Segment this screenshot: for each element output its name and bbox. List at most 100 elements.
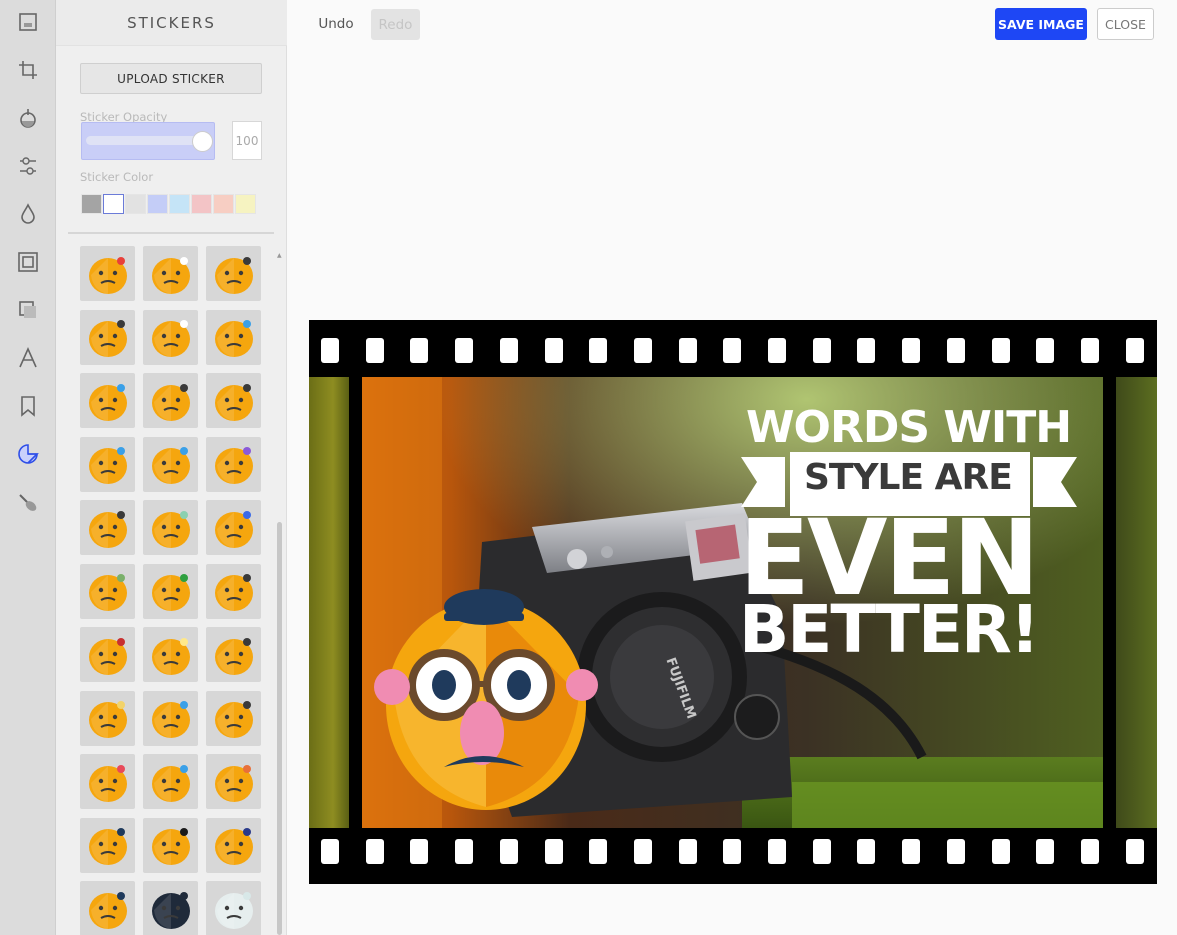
- blur-icon[interactable]: [14, 200, 42, 228]
- sticker-businessman-face[interactable]: [80, 881, 135, 935]
- color-swatch[interactable]: [235, 194, 256, 214]
- headphones-face-icon: [88, 764, 127, 802]
- frame-border-icon[interactable]: [14, 248, 42, 276]
- sticker-expressionless-face[interactable]: [143, 373, 198, 428]
- sticker-beer-face[interactable]: [80, 690, 135, 746]
- film-hole: [1036, 839, 1055, 864]
- sleeping-face-icon: [214, 447, 253, 484]
- film-hole: [410, 839, 429, 864]
- color-swatch[interactable]: [147, 194, 168, 214]
- bookmark-icon[interactable]: [14, 392, 42, 420]
- sticker-sobbing-face[interactable]: [80, 373, 135, 428]
- text-overlay[interactable]: WORDS WITH STYLE ARE EVEN BETTER!: [739, 402, 1084, 672]
- image-canvas[interactable]: FUJIFILM WORDS WITH STYLE ARE EVEN BETTE…: [309, 320, 1157, 884]
- elvis-face-icon: [214, 828, 253, 865]
- cold-sweat-face-icon: [88, 447, 127, 484]
- film-hole: [633, 839, 652, 864]
- film-hole: [857, 338, 876, 363]
- sticker-skull-face[interactable]: [206, 881, 261, 935]
- film-hole: [991, 338, 1010, 363]
- boxing-face-icon: [88, 637, 127, 675]
- sticker-sunglasses-face[interactable]: [143, 817, 198, 873]
- shape-icon[interactable]: [14, 296, 42, 324]
- opacity-slider[interactable]: [81, 122, 215, 160]
- opacity-slider-thumb[interactable]: [192, 131, 213, 152]
- grimacing-face-icon: [214, 574, 253, 611]
- filter-icon[interactable]: [14, 104, 42, 132]
- dizzy-face-icon: [88, 510, 127, 548]
- film-hole: [991, 839, 1010, 864]
- sticker-cat-mask-face[interactable]: [143, 881, 198, 935]
- undo-button[interactable]: Undo: [310, 9, 362, 39]
- tear-squint-face-icon: [151, 320, 190, 357]
- color-swatches: [81, 194, 256, 214]
- color-swatch[interactable]: [125, 194, 146, 214]
- save-image-button[interactable]: SAVE IMAGE: [995, 8, 1087, 40]
- overlay-line-1: WORDS WITH: [746, 402, 1072, 453]
- film-hole: [678, 839, 697, 864]
- sticker-confused-face[interactable]: [206, 500, 261, 555]
- sticker-idea-face[interactable]: [143, 627, 198, 682]
- sticker-cold-sweat-face[interactable]: [80, 436, 135, 492]
- frame-icon[interactable]: [14, 8, 42, 36]
- guitar-face-icon: [214, 701, 253, 738]
- scroll-up-icon[interactable]: ▲: [277, 252, 282, 259]
- color-swatch[interactable]: [169, 194, 190, 214]
- sticker-frowning-face[interactable]: [206, 246, 261, 301]
- film-hole: [365, 839, 384, 864]
- swimsuit-face-icon: [151, 764, 190, 802]
- color-swatch[interactable]: [213, 194, 234, 214]
- crop-icon[interactable]: [14, 56, 42, 84]
- sticker-dizzy-face[interactable]: [80, 500, 135, 555]
- film-hole: [589, 839, 608, 864]
- film-hole: [321, 839, 339, 864]
- close-button[interactable]: CLOSE: [1097, 8, 1154, 40]
- sticker-sad-tear-face[interactable]: [143, 436, 198, 492]
- film-hole: [902, 338, 921, 363]
- sticker-pouting-face[interactable]: [80, 309, 135, 365]
- text-icon[interactable]: [14, 344, 42, 372]
- pouting-face-icon: [88, 320, 127, 357]
- scrollbar-thumb[interactable]: [277, 522, 282, 935]
- film-hole: [723, 839, 742, 864]
- brush-icon[interactable]: [14, 488, 42, 516]
- photo-editor: STICKERS UPLOAD STICKER Sticker Opacity …: [0, 0, 1177, 935]
- sticker-tear-squint-face[interactable]: [143, 309, 198, 365]
- film-hole: [589, 338, 608, 363]
- sticker-guitar-face[interactable]: [206, 690, 261, 746]
- sticker-unamused-face[interactable]: [206, 373, 261, 428]
- sticker-angry-steam-face[interactable]: [80, 246, 135, 301]
- sticker-thinking-face[interactable]: [143, 500, 198, 555]
- sticker-icon[interactable]: [14, 440, 42, 468]
- tool-rail: [0, 0, 56, 935]
- glasses-mustache-face-icon: [88, 828, 127, 865]
- color-swatch[interactable]: [81, 194, 102, 214]
- sticker-nauseated-face[interactable]: [80, 563, 135, 619]
- sticker-elvis-face[interactable]: [206, 817, 261, 873]
- sticker-glasses-mustache-face[interactable]: [80, 817, 135, 873]
- placed-sticker-glasses-face[interactable]: [374, 585, 604, 815]
- sticker-swimsuit-face[interactable]: [143, 754, 198, 809]
- nauseated-face-icon: [88, 574, 127, 611]
- opacity-value-input[interactable]: 100: [232, 121, 262, 160]
- sticker-vomiting-face[interactable]: [143, 563, 198, 619]
- sticker-boxing-face[interactable]: [80, 627, 135, 682]
- sticker-grimacing-face[interactable]: [206, 563, 261, 619]
- flower-face-icon: [214, 764, 253, 802]
- sticker-crying-face[interactable]: [143, 246, 198, 301]
- redo-button[interactable]: Redo: [371, 9, 420, 40]
- sticker-sleeping-face[interactable]: [206, 436, 261, 492]
- adjust-icon[interactable]: [14, 152, 42, 180]
- upload-sticker-button[interactable]: UPLOAD STICKER: [80, 63, 262, 94]
- sticker-skateboard-face[interactable]: [143, 690, 198, 746]
- sticker-flower-face[interactable]: [206, 754, 261, 809]
- color-swatch[interactable]: [103, 194, 124, 214]
- film-hole: [812, 839, 831, 864]
- color-swatch[interactable]: [191, 194, 212, 214]
- film-hole: [902, 839, 921, 864]
- sticker-headphones-face[interactable]: [80, 754, 135, 809]
- sticker-blowing-face[interactable]: [206, 627, 261, 682]
- beer-face-icon: [88, 701, 127, 738]
- sticker-loudly-crying-face[interactable]: [206, 309, 261, 365]
- thinking-face-icon: [151, 510, 190, 548]
